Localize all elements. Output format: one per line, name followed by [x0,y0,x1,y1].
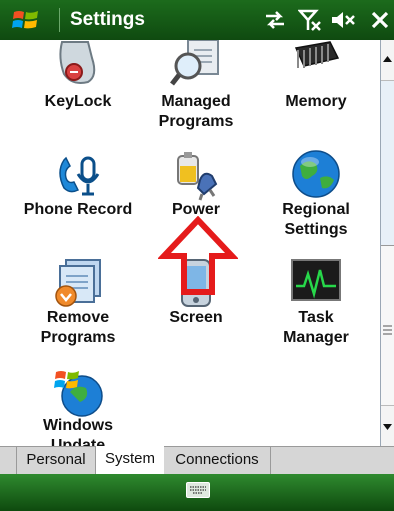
tab-bar: Personal System Connections [0,446,394,475]
title-bar: Settings [0,0,394,40]
managed-programs-item[interactable]: Managed Programs [136,40,256,150]
phone-record-icon [59,156,100,196]
item-label: Windows [42,417,114,434]
item-label-line2: Manager [283,329,349,346]
task-manager-icon [291,259,341,301]
tab-personal[interactable]: Personal [16,447,96,474]
keylock-icon [59,41,96,84]
windows-update-icon [54,371,103,417]
item-label-line2: Programs [158,113,234,130]
item-label-line2: Update [50,437,106,446]
managed-programs-icon [170,40,219,86]
power-icon [177,152,218,201]
annotation-arrow [158,216,238,295]
item-label: Remove [46,309,110,326]
task-manager-item[interactable]: Task Manager [256,258,376,368]
scroll-up-icon [383,56,392,62]
memory-icon [294,41,340,68]
scroll-down-icon [383,424,392,430]
item-label: Regional [282,201,350,218]
tab-system[interactable]: System [95,446,165,475]
window-title: Settings [70,9,145,30]
vertical-scrollbar[interactable] [380,40,394,446]
volume-muted-icon[interactable] [330,8,356,32]
item-label-line2: Programs [40,329,116,346]
item-label: Memory [285,93,347,110]
soft-key-bar [0,474,394,511]
close-icon[interactable] [370,8,390,32]
item-label: Managed [161,93,231,110]
keylock-item[interactable]: KeyLock [18,40,138,150]
start-button[interactable] [12,8,40,32]
regional-settings-item[interactable]: Regional Settings [256,150,376,260]
keyboard-icon[interactable] [186,482,210,498]
item-label: Phone Record [23,201,133,218]
item-label: Screen [169,309,223,326]
title-separator [59,8,60,32]
phone-record-item[interactable]: Phone Record [18,150,138,260]
scroll-down-button[interactable] [381,405,394,446]
grip-icon [383,325,392,335]
no-signal-icon[interactable] [298,8,324,32]
connectivity-icon[interactable] [262,8,288,32]
scroll-up-button[interactable] [381,40,394,81]
tab-connections[interactable]: Connections [164,447,271,474]
scroll-thumb[interactable] [381,245,394,412]
settings-grid: KeyLock Managed Programs Memory Phone Re… [0,40,380,446]
windows-update-item[interactable]: Windows Update [18,366,138,446]
item-label: Task [298,309,334,326]
remove-programs-icon [55,259,101,307]
item-label-line2: Settings [284,221,348,238]
memory-item[interactable]: Memory [256,40,376,150]
item-label: KeyLock [44,93,112,110]
globe-icon [292,150,340,198]
remove-programs-item[interactable]: Remove Programs [18,258,138,368]
